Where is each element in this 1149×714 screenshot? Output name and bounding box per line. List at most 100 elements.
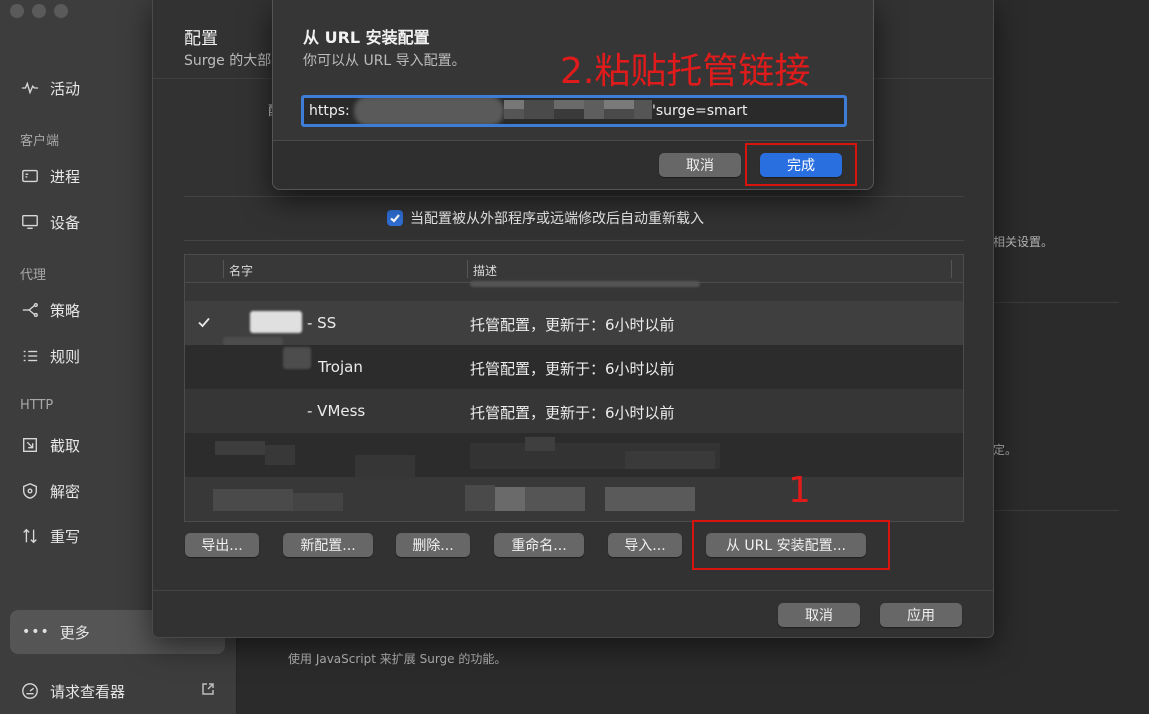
sidebar-item-policy[interactable]: 策略 — [20, 296, 80, 324]
more-dots-icon: ••• — [22, 624, 50, 640]
export-button[interactable]: 导出... — [185, 533, 259, 557]
config-name: Trojan — [318, 358, 363, 376]
background-text-fragment: 相关设置。 — [993, 235, 1054, 249]
auto-reload-checkbox-row[interactable]: 当配置被从外部程序或远端修改后自动重新载入 — [387, 208, 704, 228]
pixelated-block — [584, 100, 604, 119]
sidebar-item-label: 进程 — [50, 167, 81, 186]
javascript-extension-description: 使用 JavaScript 来扩展 Surge 的功能。 — [288, 652, 507, 666]
redacted-url-part — [354, 98, 504, 124]
pixelated-block — [465, 485, 495, 511]
sidebar-item-activity[interactable]: 活动 — [20, 74, 80, 102]
dialog-subtitle: 你可以从 URL 导入配置。 — [303, 53, 466, 69]
pixelated-block — [604, 100, 634, 109]
sidebar-item-label: 重写 — [50, 527, 81, 546]
column-header-name[interactable]: 名字 — [229, 262, 253, 279]
sidebar-item-label: 请求查看器 — [50, 682, 126, 701]
pixelated-block — [524, 100, 554, 119]
column-header-desc[interactable]: 描述 — [473, 262, 497, 279]
new-config-button[interactable]: 新配置... — [283, 533, 373, 557]
process-window-icon — [20, 166, 40, 186]
close-window-button[interactable] — [10, 4, 24, 18]
redacted-text — [470, 281, 700, 287]
pixelated-block — [554, 109, 584, 119]
table-row[interactable]: - VMess 托管配置，更新于：6小时以前 — [185, 389, 963, 433]
sidebar-item-label: 活动 — [50, 79, 81, 98]
annotation-highlight-box — [745, 143, 857, 186]
pixelated-block — [504, 100, 524, 109]
url-input[interactable]: https: 'surge=smart — [301, 95, 847, 127]
redacted-name — [250, 311, 302, 333]
sidebar-item-label: 截取 — [50, 436, 81, 455]
monitor-icon — [20, 212, 40, 232]
panel-title: 配置 — [184, 29, 218, 49]
sidebar-item-capture[interactable]: 截取 — [20, 431, 80, 459]
url-prefix: https: — [309, 103, 350, 119]
annotation-step-1: 1 — [788, 470, 811, 511]
pixelated-block — [293, 493, 343, 511]
apply-button[interactable]: 应用 — [880, 603, 962, 627]
annotation-step-2: 2.粘贴托管链接 — [560, 51, 811, 92]
pixelated-block — [504, 109, 524, 119]
branch-icon — [20, 300, 40, 320]
config-name: - SS — [307, 314, 337, 332]
capture-tray-icon — [20, 435, 40, 455]
sidebar-item-label: 策略 — [50, 301, 81, 320]
sidebar-item-rules[interactable]: 规则 — [20, 342, 80, 370]
sidebar-item-rewrite[interactable]: 重写 — [20, 522, 80, 550]
swap-arrows-icon — [20, 526, 40, 546]
table-row-redacted[interactable] — [185, 433, 963, 477]
config-name: - VMess — [307, 402, 366, 420]
pixelated-block — [604, 109, 634, 119]
rename-button[interactable]: 重命名... — [494, 533, 584, 557]
table-row-redacted[interactable] — [185, 477, 963, 521]
auto-reload-label: 当配置被从外部程序或远端修改后自动重新载入 — [410, 211, 704, 227]
divider — [994, 510, 1119, 511]
column-divider — [951, 260, 952, 278]
pixelated-block — [634, 100, 652, 119]
delete-button[interactable]: 删除... — [396, 533, 470, 557]
sidebar-section-http: HTTP — [20, 398, 54, 413]
sidebar-item-label: 更多 — [59, 623, 90, 642]
panel-subtitle: Surge 的大部 — [184, 53, 272, 69]
url-suffix: 'surge=smart — [652, 103, 748, 119]
sidebar-item-label: 解密 — [50, 482, 81, 501]
table-row[interactable]: Trojan 托管配置，更新于：6小时以前 — [185, 345, 963, 389]
table-row[interactable]: - SS 托管配置，更新于：6小时以前 — [185, 301, 963, 347]
external-link-icon[interactable] — [201, 682, 215, 696]
pixelated-block — [213, 489, 293, 511]
column-divider — [223, 260, 224, 278]
sidebar-item-request-viewer[interactable]: 请求查看器 — [20, 678, 215, 704]
zoom-window-button[interactable] — [54, 4, 68, 18]
checkmark-icon — [390, 214, 400, 223]
minimize-window-button[interactable] — [32, 4, 46, 18]
pixelated-block — [495, 487, 525, 511]
sidebar-item-decrypt[interactable]: 解密 — [20, 477, 80, 505]
table-header: 名字 描述 — [185, 255, 963, 283]
sidebar-section-client: 客户端 — [20, 134, 60, 149]
pixelated-block — [625, 451, 715, 469]
gauge-icon — [20, 681, 40, 701]
config-desc: 托管配置，更新于：6小时以前 — [470, 404, 675, 422]
dialog-cancel-button[interactable]: 取消 — [659, 153, 741, 177]
divider — [184, 240, 964, 241]
selected-checkmark-icon — [197, 315, 211, 329]
sidebar-item-label: 设备 — [50, 213, 81, 232]
config-desc: 托管配置，更新于：6小时以前 — [470, 316, 675, 334]
sidebar-item-label: 规则 — [50, 347, 81, 366]
pixelated-block — [525, 487, 585, 511]
divider — [184, 196, 964, 197]
sidebar-item-process[interactable]: 进程 — [20, 162, 80, 190]
pixelated-block — [265, 445, 295, 465]
redacted-name — [283, 347, 311, 369]
sidebar-section-proxy: 代理 — [20, 268, 47, 283]
shield-icon — [20, 481, 40, 501]
pixelated-block — [605, 487, 695, 511]
auto-reload-checkbox[interactable] — [387, 210, 403, 226]
panel-cancel-button[interactable]: 取消 — [778, 603, 860, 627]
pixelated-block — [525, 437, 555, 451]
column-divider — [467, 260, 468, 278]
sidebar-item-device[interactable]: 设备 — [20, 208, 80, 236]
import-button[interactable]: 导入... — [608, 533, 682, 557]
config-table[interactable]: 名字 描述 - SS 托管配置，更新于：6小时以前 Trojan 托管配置，更新… — [184, 254, 964, 522]
table-row[interactable] — [185, 281, 963, 301]
